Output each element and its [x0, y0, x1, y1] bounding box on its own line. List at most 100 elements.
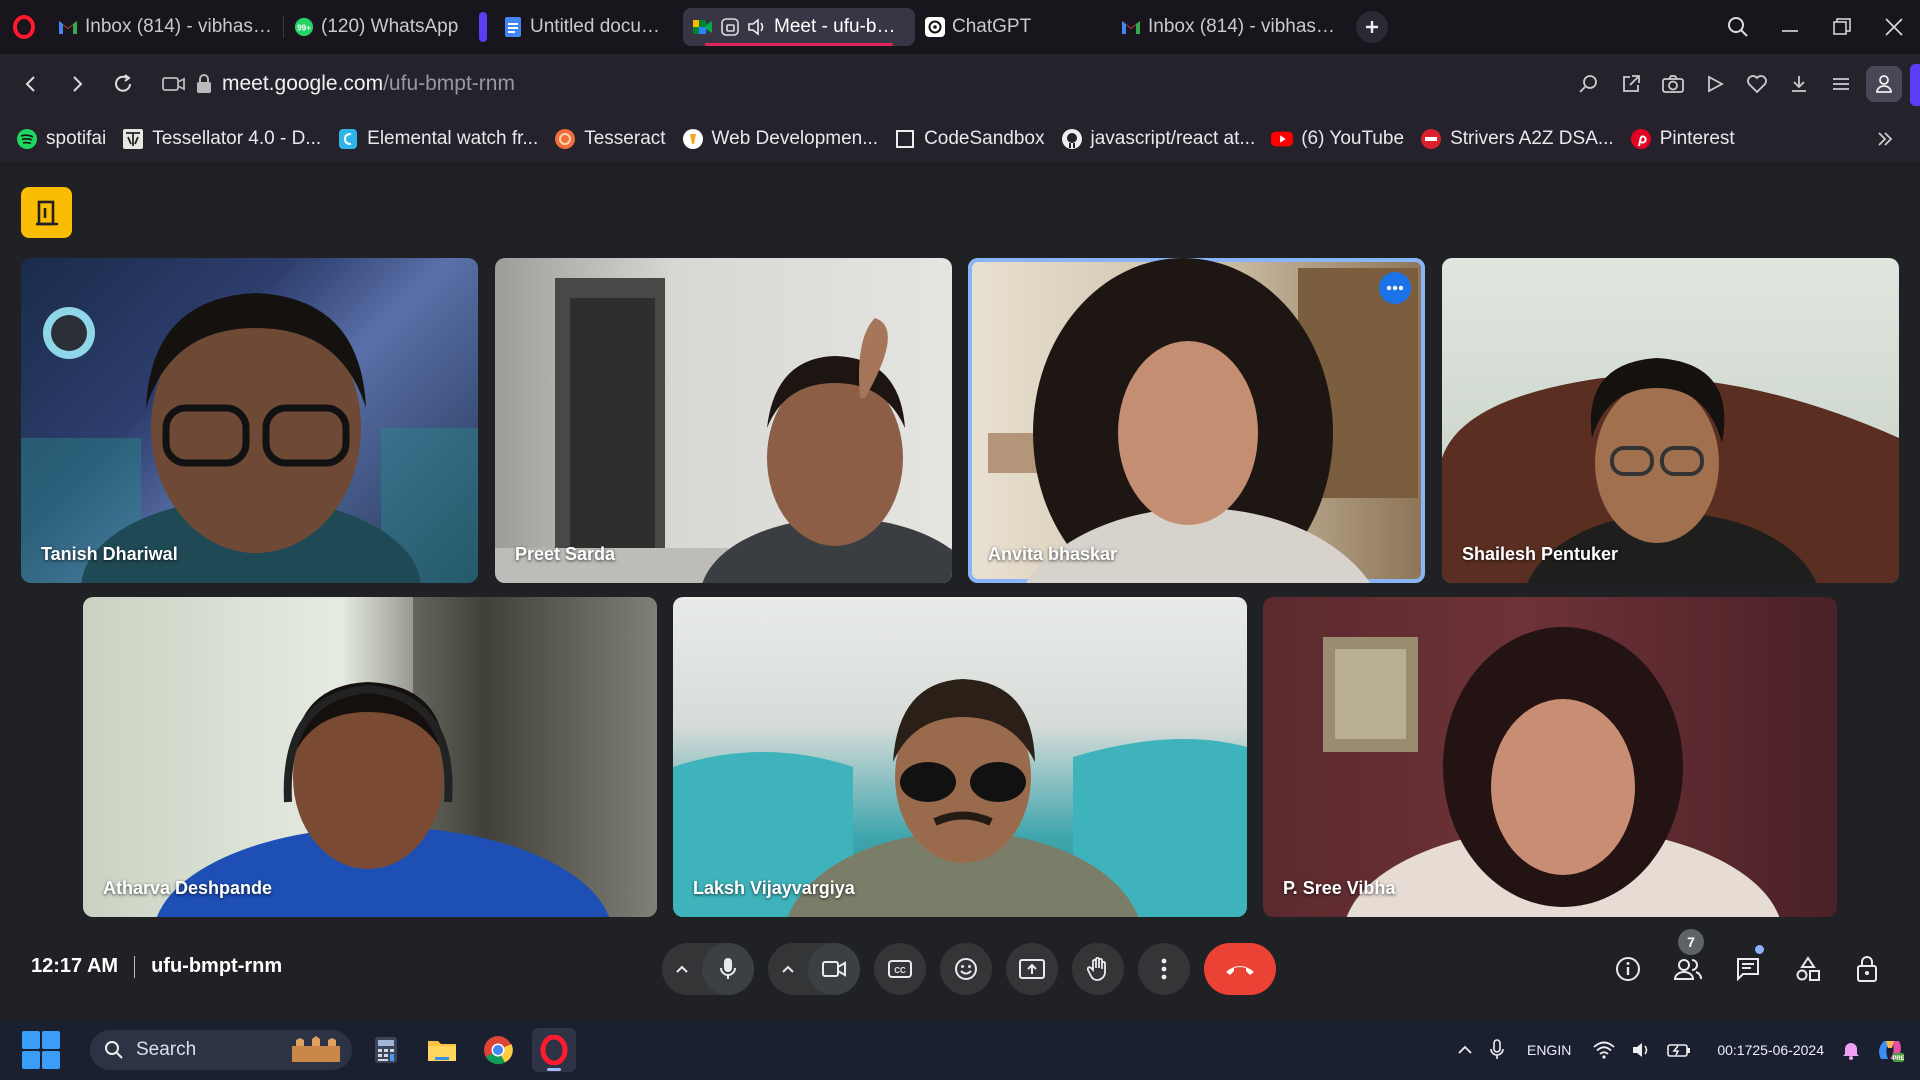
tab-google-docs[interactable]: Untitled document - Go — [493, 8, 683, 46]
speaker-icon[interactable] — [747, 17, 767, 37]
restore-icon[interactable] — [1816, 0, 1868, 54]
video-feed — [21, 293, 478, 583]
captions-icon[interactable]: CC — [874, 943, 926, 995]
meeting-info: 12:17 AM ufu-bmpt-rnm — [31, 955, 282, 978]
windows-start-icon[interactable] — [22, 1031, 60, 1069]
heart-icon[interactable] — [1736, 63, 1778, 105]
battery-icon[interactable] — [1659, 1028, 1699, 1072]
region-code: IN — [1557, 1042, 1572, 1058]
participant-tile-anvita[interactable]: Anvita bhaskar — [968, 258, 1425, 583]
microphone-tray-icon[interactable] — [1481, 1028, 1513, 1072]
bookmarks-overflow-icon[interactable] — [1876, 130, 1894, 148]
input-language[interactable]: ENG IN — [1513, 1028, 1585, 1072]
bookmark-spotifai[interactable]: spotifai — [16, 128, 106, 150]
close-icon[interactable] — [1868, 0, 1920, 54]
participant-tile-preet[interactable]: Preet Sarda — [495, 258, 952, 583]
host-controls-icon[interactable] — [1838, 943, 1898, 995]
end-call-button[interactable] — [1204, 943, 1276, 995]
tab-title: Inbox (814) - vibhasree2 — [85, 16, 273, 37]
bookmark-github[interactable]: javascript/react at... — [1061, 127, 1256, 150]
new-tab-button[interactable] — [1356, 11, 1388, 43]
forward-button[interactable] — [56, 63, 98, 105]
tab-google-meet[interactable]: Meet - ufu-bmpt — [683, 8, 915, 46]
tab-gmail-inbox[interactable]: Inbox (814) - vibhasree2 — [48, 8, 283, 46]
minimize-icon[interactable] — [1764, 0, 1816, 54]
tile-more-options-button[interactable] — [1379, 272, 1411, 304]
easy-setup-icon[interactable] — [1820, 63, 1862, 105]
mic-icon[interactable] — [702, 943, 754, 995]
file-explorer-icon[interactable] — [420, 1028, 464, 1072]
volume-icon[interactable] — [1623, 1028, 1659, 1072]
meeting-details-badge[interactable] — [21, 187, 72, 238]
participant-tile-sree-vibha[interactable]: P. Sree Vibha — [1263, 597, 1837, 917]
tab-title: Untitled document - Go — [530, 16, 673, 37]
camera-icon[interactable] — [808, 943, 860, 995]
reload-button[interactable] — [102, 63, 144, 105]
snapshot-icon[interactable] — [1652, 63, 1694, 105]
wifi-icon[interactable] — [1585, 1028, 1623, 1072]
bookmark-label: javascript/react at... — [1090, 127, 1256, 149]
profile-icon[interactable] — [1866, 66, 1902, 102]
bookmark-youtube[interactable]: (6) YouTube — [1271, 128, 1404, 150]
info-icon[interactable] — [1598, 943, 1658, 995]
bookmark-tessellator[interactable]: Tessellator 4.0 - D... — [122, 128, 321, 150]
bookmark-pinterest[interactable]: Pinterest — [1630, 128, 1735, 150]
notification-bell-icon[interactable] — [1834, 1028, 1868, 1072]
audio-settings-chevron-icon[interactable] — [662, 943, 702, 995]
participant-tile-atharva[interactable]: Atharva Deshpande — [83, 597, 657, 917]
activities-icon[interactable] — [1778, 943, 1838, 995]
download-icon[interactable] — [1778, 63, 1820, 105]
people-icon[interactable]: 7 — [1658, 929, 1718, 995]
tab-group-marker[interactable] — [479, 12, 487, 42]
lens-search-icon[interactable] — [1568, 63, 1610, 105]
microphone-control — [662, 943, 754, 995]
meeting-code: ufu-bmpt-rnm — [151, 955, 283, 977]
tab-search-icon[interactable] — [1712, 0, 1764, 54]
bookmark-codesandbox[interactable]: CodeSandbox — [894, 128, 1045, 150]
bookmark-elemental[interactable]: Elemental watch fr... — [337, 128, 538, 150]
elemental-icon — [337, 128, 359, 150]
participant-tile-laksh[interactable]: Laksh Vijayvargiya — [673, 597, 1247, 917]
opera-icon[interactable] — [532, 1028, 576, 1072]
emoji-icon[interactable] — [940, 943, 992, 995]
lock-icon[interactable] — [196, 74, 212, 94]
participant-tile-tanish[interactable]: Tanish Dhariwal — [21, 258, 478, 583]
whatsapp-icon: 99+ — [294, 17, 314, 37]
flow-icon[interactable] — [1694, 63, 1736, 105]
url-field[interactable]: meet.google.com/ufu-bmpt-rnm — [162, 63, 515, 105]
chat-icon[interactable] — [1718, 943, 1778, 995]
picture-in-picture-icon[interactable] — [720, 17, 740, 37]
participant-name: Atharva Deshpande — [103, 878, 273, 898]
chrome-icon[interactable] — [476, 1028, 520, 1072]
back-button[interactable] — [10, 63, 52, 105]
youtube-icon — [1271, 128, 1294, 150]
taskbar-search[interactable]: Search — [90, 1030, 352, 1070]
url-text: meet.google.com/ufu-bmpt-rnm — [222, 72, 515, 96]
video-settings-chevron-icon[interactable] — [768, 943, 808, 995]
tab-whatsapp[interactable]: 99+ (120) WhatsApp — [284, 8, 469, 46]
video-feed — [1323, 627, 1780, 917]
bookmark-tesseract[interactable]: Tesseract — [554, 128, 666, 150]
door-icon — [35, 200, 58, 225]
bookmark-web-development[interactable]: Web Developmen... — [682, 128, 878, 150]
bookmark-strivers[interactable]: Strivers A2Z DSA... — [1420, 128, 1614, 150]
share-icon[interactable] — [1610, 63, 1652, 105]
bookmark-label: (6) YouTube — [1301, 127, 1405, 149]
camera-permission-icon[interactable] — [162, 74, 186, 94]
video-feed — [988, 258, 1418, 583]
tab-title: Inbox (814) - vibhasree2 — [1148, 16, 1336, 37]
tab-chatgpt[interactable]: ChatGPT — [915, 8, 1085, 46]
show-hidden-icons-chevron-icon[interactable] — [1449, 1028, 1481, 1072]
opera-menu-icon[interactable] — [0, 0, 48, 54]
raise-hand-icon[interactable] — [1072, 943, 1124, 995]
taskbar-clock[interactable]: 00:17 25-06-2024 — [1699, 1028, 1834, 1072]
more-horizontal-icon — [1386, 285, 1404, 291]
participant-tile-shailesh[interactable]: Shailesh Pentuker — [1442, 258, 1899, 583]
side-panel-controls: 7 — [1598, 929, 1898, 995]
more-options-icon[interactable] — [1138, 943, 1190, 995]
tab-gmail-inbox-2[interactable]: Inbox (814) - vibhasree2 — [1111, 8, 1346, 46]
calculator-icon[interactable] — [364, 1028, 408, 1072]
video-feed — [1442, 358, 1899, 583]
present-icon[interactable] — [1006, 943, 1058, 995]
copilot-icon[interactable]: PRE — [1868, 1028, 1920, 1072]
